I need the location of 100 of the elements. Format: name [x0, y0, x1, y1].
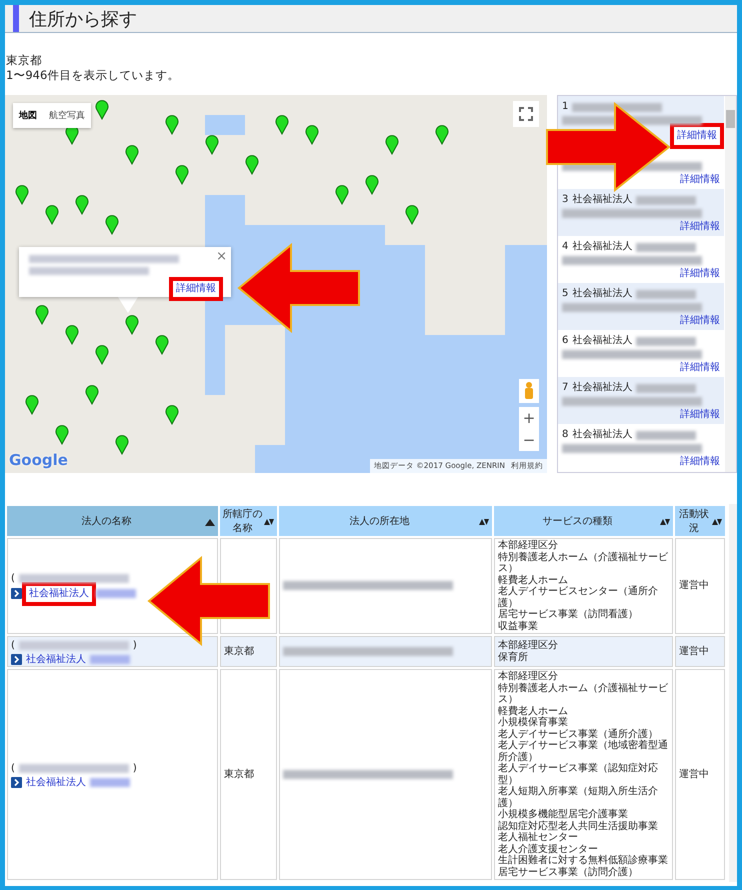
map-type-tab[interactable]: 航空写真 [43, 103, 91, 128]
blurred-text [90, 778, 130, 787]
chevron-right-icon [11, 588, 22, 600]
scrollbar[interactable] [725, 96, 736, 472]
parenthesis: ( [11, 763, 15, 774]
map-pin-icon [305, 125, 319, 145]
blurred-text [636, 384, 696, 392]
map-pin-icon [35, 305, 49, 325]
column-header[interactable]: 所轄庁の名称 [220, 506, 277, 536]
chevron-right-icon [11, 654, 22, 665]
service-type: 老人デイサービス事業（認知症対応型） [498, 763, 659, 786]
service-type: 本部経理区分 [498, 671, 559, 682]
service-type: 老人デイサービス事業（地域密着型通所介護） [498, 740, 669, 762]
details-link[interactable]: 詳細情報 [680, 267, 720, 281]
details-link[interactable]: 詳細情報 [173, 281, 219, 297]
result-number: 7 [562, 381, 568, 395]
table-cell: 東京都 [220, 636, 277, 667]
service-type: 老人介護支援センター [498, 844, 599, 854]
result-count: 1〜946件目を表示しています。 [6, 68, 180, 83]
service-type: 小規模多機能型居宅介護事業 [498, 809, 629, 820]
corporation-link[interactable]: 社会福祉法人 [26, 654, 86, 665]
service-type: 軽費老人ホーム [498, 574, 569, 586]
sort-icon [660, 518, 670, 526]
map-pin-icon [165, 115, 179, 135]
service-type: 老人デイサービスセンター（通所介護） [498, 586, 659, 608]
table-cell: 運営中 [675, 636, 725, 667]
close-button[interactable]: × [216, 249, 227, 264]
map-pin-icon [155, 335, 169, 355]
corporation-type: 社会福祉法人 [572, 428, 632, 442]
map-pin-icon [25, 395, 39, 415]
map-pin-icon [15, 185, 29, 205]
service-type: 老人短期入所事業（短期入所生活介護） [498, 786, 659, 808]
details-link[interactable]: 詳細情報 [680, 455, 720, 469]
map-type-tab[interactable]: 地図 [13, 103, 43, 128]
service-type: 生計困難者に対する無料低額診療事業 [498, 855, 669, 866]
map-pin-icon [335, 185, 349, 205]
map-pin-icon [95, 345, 109, 365]
parenthesis: ) [132, 763, 137, 774]
parenthesis: ) [132, 640, 137, 652]
service-type: 本部経理区分 [498, 640, 559, 652]
service-type: 本部経理区分 [498, 540, 559, 552]
sort-ascending-icon [205, 518, 215, 526]
blurred-text [90, 654, 130, 664]
map-pin-icon [55, 425, 69, 445]
result-number: 1 [562, 100, 568, 114]
map-pin-icon [365, 175, 379, 195]
corporation-type: 社会福祉法人 [572, 240, 632, 254]
map-pin-icon [245, 155, 259, 175]
result-number: 5 [562, 287, 568, 301]
details-link[interactable]: 詳細情報 [680, 408, 720, 422]
service-type: 居宅サービス事業（訪問看護） [498, 609, 639, 620]
map-logo: Google [9, 451, 68, 469]
accent-bar [13, 5, 19, 32]
corporation-type: 社会福祉法人 [572, 334, 632, 348]
map-pin-icon [115, 435, 129, 455]
details-link[interactable]: 詳細情報 [680, 220, 720, 234]
blurred-text [636, 430, 696, 440]
result-number: 3 [562, 193, 568, 207]
map-pin-icon [165, 405, 179, 425]
map-pin-icon [405, 205, 419, 225]
parenthesis: ( [11, 640, 15, 652]
table-cell: 運営中 [675, 538, 725, 634]
prefecture-label: 東京都 [6, 53, 43, 68]
service-type: 居宅サービス事業（訪問介護） [498, 866, 639, 878]
service-type: 認知症対応型老人共同生活援助事業 [498, 820, 659, 832]
map-pin-icon [205, 135, 219, 155]
blurred-text [636, 196, 696, 204]
table-cell: 東京都 [220, 669, 277, 880]
service-type: 小規模保育事業 [498, 717, 569, 728]
column-header[interactable]: 法人の名称 [7, 506, 218, 536]
map-pin-icon [275, 115, 289, 135]
result-number: 8 [562, 428, 568, 442]
details-link[interactable]: 詳細情報 [680, 361, 720, 375]
blurred-text [96, 589, 136, 598]
service-type: 軽費老人ホーム [498, 706, 569, 716]
result-number: 6 [562, 334, 568, 348]
blurred-text [636, 242, 696, 252]
map-pin-icon [385, 135, 399, 155]
service-type: 収益事業 [498, 620, 539, 632]
page-title: 住所から探す [29, 8, 137, 30]
table-cell: 運営中 [675, 669, 725, 880]
corporation-link[interactable]: 社会福祉法人 [26, 776, 86, 788]
blurred-text [636, 290, 696, 298]
column-header[interactable]: 法人の所在地 [279, 506, 492, 536]
column-header[interactable]: 活動状況 [675, 506, 725, 536]
blurred-text [636, 336, 696, 346]
service-type: 特別養護老人ホーム（介護福祉サービス） [498, 552, 669, 574]
service-type: 特別養護老人ホーム（介護福祉サービス） [498, 682, 669, 706]
details-link[interactable]: 詳細情報 [680, 173, 720, 187]
map-pin-icon [105, 215, 119, 235]
details-link[interactable]: 詳細情報 [680, 314, 720, 328]
scrollbar[interactable] [729, 504, 737, 882]
map-pin-icon [95, 100, 109, 120]
map-pin-icon [435, 125, 449, 145]
map-pin-icon [75, 195, 89, 215]
details-link[interactable]: 詳細情報 [674, 127, 720, 145]
column-header[interactable]: サービスの種類 [494, 506, 673, 536]
map-pin-icon [175, 165, 189, 185]
service-type: 保育所 [498, 652, 529, 663]
sort-icon [479, 518, 489, 526]
